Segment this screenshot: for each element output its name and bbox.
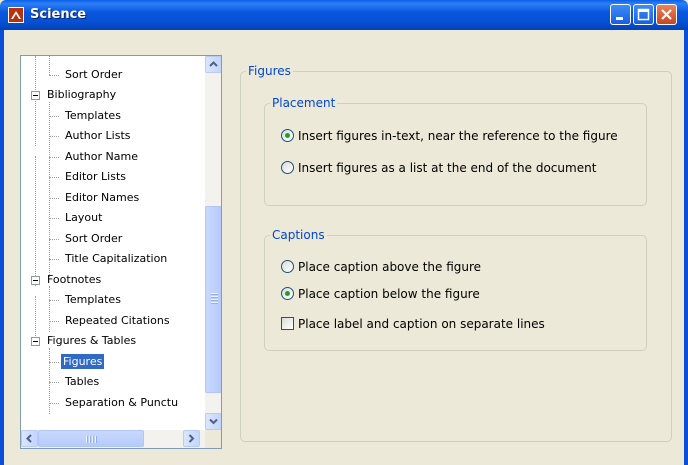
- tree-content: Sort Order Bibliography Templates Author…: [21, 56, 205, 430]
- radio-button-checked[interactable]: [281, 287, 294, 300]
- tree-item-tables[interactable]: Tables: [49, 372, 101, 392]
- tree-item-separation-punctuation[interactable]: Separation & Punctu: [49, 393, 180, 413]
- arrow-right-icon: [188, 434, 195, 443]
- window-title: Science: [30, 7, 87, 22]
- window-frame-right: [684, 30, 688, 465]
- scroll-left-button[interactable]: [21, 430, 38, 447]
- scroll-right-button[interactable]: [183, 430, 200, 447]
- placement-group: Placement: [264, 96, 647, 206]
- tree-item-layout[interactable]: Layout: [49, 208, 104, 228]
- radio-button-checked[interactable]: [281, 129, 294, 142]
- tree-item-editor-lists[interactable]: Editor Lists: [49, 167, 128, 187]
- horizontal-scroll-thumb[interactable]: [38, 430, 144, 447]
- arrow-left-icon: [26, 434, 32, 443]
- minimize-icon: [616, 17, 623, 20]
- tree-item-editor-names[interactable]: Editor Names: [49, 188, 141, 208]
- tree-item-footnotes[interactable]: Footnotes: [31, 270, 103, 290]
- maximize-button[interactable]: [633, 4, 654, 25]
- tree-item-footnote-templates[interactable]: Templates: [49, 290, 123, 310]
- captions-group-title: Captions: [272, 228, 325, 242]
- close-button[interactable]: [656, 4, 677, 25]
- tree-item-title-capitalization[interactable]: Title Capitalization: [49, 249, 169, 269]
- vertical-scrollbar[interactable]: [205, 56, 221, 430]
- tree-item-sort-order-2[interactable]: Sort Order: [49, 229, 124, 249]
- tree-item-templates[interactable]: Templates: [49, 106, 123, 126]
- tree-item-figures-tables[interactable]: Figures & Tables: [31, 331, 138, 351]
- scroll-up-button[interactable]: [205, 56, 221, 73]
- collapse-icon[interactable]: [31, 337, 40, 346]
- tree-item-sort-order[interactable]: Sort Order: [49, 65, 124, 85]
- tree-item-author-name[interactable]: Author Name: [49, 147, 140, 167]
- figures-group-title: Figures: [248, 64, 291, 78]
- tree-item-repeated-citations[interactable]: Repeated Citations: [49, 311, 172, 331]
- tree-item-figures[interactable]: Figures: [49, 352, 106, 372]
- radio-button[interactable]: [281, 260, 294, 273]
- title-bar[interactable]: Science: [0, 0, 688, 30]
- close-icon: [661, 9, 672, 20]
- checkbox[interactable]: [281, 317, 294, 330]
- collapse-icon[interactable]: [31, 276, 40, 285]
- horizontal-scrollbar[interactable]: [21, 430, 205, 448]
- placement-group-title: Placement: [272, 96, 336, 110]
- minimize-button[interactable]: [610, 4, 631, 25]
- vertical-scroll-thumb[interactable]: [205, 206, 221, 393]
- maximize-icon: [637, 8, 650, 21]
- tree-connector: [35, 156, 36, 286]
- app-icon[interactable]: [8, 7, 24, 23]
- scrollbar-corner: [205, 430, 221, 448]
- radio-button[interactable]: [281, 161, 294, 174]
- collapse-icon[interactable]: [31, 91, 40, 100]
- scroll-down-button[interactable]: [205, 413, 221, 430]
- arrow-up-icon: [209, 61, 218, 67]
- tree-item-bibliography[interactable]: Bibliography: [31, 85, 118, 105]
- style-tree[interactable]: Sort Order Bibliography Templates Author…: [20, 55, 222, 449]
- arrow-down-icon: [209, 418, 218, 425]
- window-frame-left: [0, 30, 4, 465]
- tree-connector: [35, 296, 36, 336]
- tree-item-author-lists[interactable]: Author Lists: [49, 126, 133, 146]
